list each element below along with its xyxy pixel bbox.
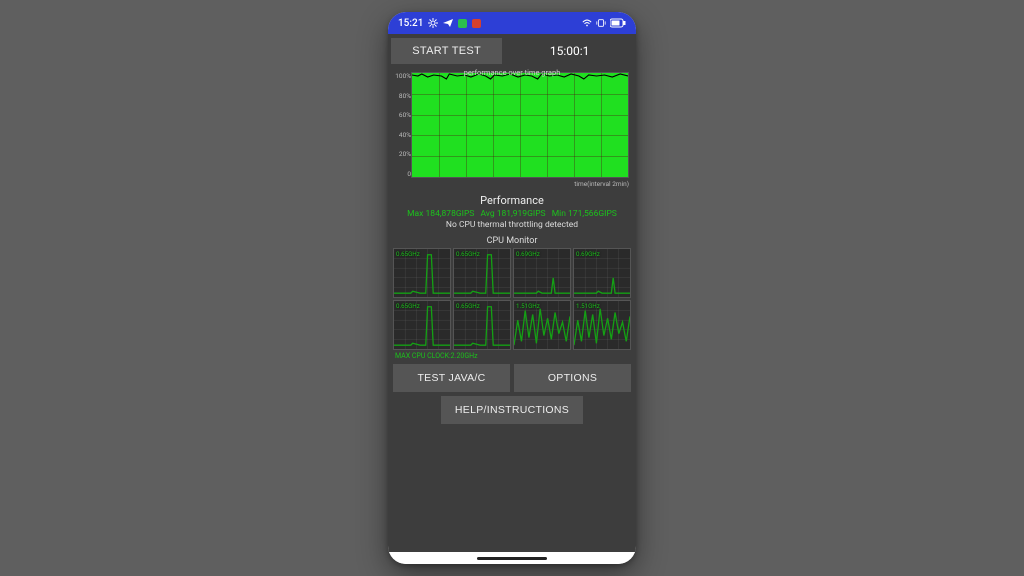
cpu-core-freq: 0.65GHz	[396, 302, 420, 310]
nav-handle-icon	[477, 557, 547, 560]
cpu-monitor-grid: 0.65GHz 0.65GHz 0.69GHz 0.69GHz 0.65GHz 0.65G…	[391, 248, 633, 350]
cpu-core-cell: 0.65GHz	[393, 248, 451, 298]
start-test-button[interactable]: START TEST	[391, 38, 502, 64]
graph-plot-area	[411, 72, 629, 178]
graph-title: performance over time graph	[464, 68, 561, 77]
options-button[interactable]: OPTIONS	[514, 364, 631, 392]
max-cpu-clock: MAX CPU CLOCK:2.20GHz	[391, 350, 633, 364]
cpu-core-cell: 1.51GHz	[513, 300, 571, 350]
test-javac-button[interactable]: TEST JAVA/C	[393, 364, 510, 392]
cpu-core-cell: 1.51GHz	[573, 300, 631, 350]
gear-icon	[428, 18, 438, 28]
cpu-core-freq: 0.69GHz	[516, 250, 540, 258]
status-time: 15:21	[398, 18, 423, 29]
app-icon-red	[472, 19, 481, 28]
topbar: START TEST 15:00:1	[391, 38, 633, 64]
battery-icon	[610, 18, 626, 28]
performance-graph: performance over time graph 100% 80% 60%…	[393, 68, 631, 188]
wifi-icon	[582, 18, 592, 28]
cpu-core-freq: 1.51GHz	[576, 302, 600, 310]
cpu-core-freq: 0.69GHz	[576, 250, 600, 258]
graph-x-label: time(interval 2min)	[574, 180, 629, 188]
phone-frame: 15:21 START TEST 15:00:1 performance ove…	[388, 12, 636, 564]
cpu-core-cell: 0.65GHz	[453, 248, 511, 298]
android-navbar[interactable]	[388, 552, 636, 564]
performance-summary: Performance Max 184,878GIPS Avg 181,919G…	[391, 194, 633, 230]
app-body: START TEST 15:00:1 performance over time…	[388, 34, 636, 552]
throttling-note: No CPU thermal throttling detected	[391, 220, 633, 230]
cpu-core-freq: 1.51GHz	[516, 302, 540, 310]
cpu-core-cell: 0.69GHz	[513, 248, 571, 298]
timer-readout: 15:00:1	[506, 44, 633, 58]
performance-stats: Max 184,878GIPS Avg 181,919GIPS Min 171,…	[391, 209, 633, 219]
cpu-monitor-heading: CPU Monitor	[391, 236, 633, 246]
button-row: TEST JAVA/C OPTIONS	[391, 364, 633, 392]
cpu-core-cell: 0.69GHz	[573, 248, 631, 298]
performance-heading: Performance	[391, 194, 633, 207]
cpu-core-freq: 0.65GHz	[456, 250, 480, 258]
help-instructions-button[interactable]: HELP/INSTRUCTIONS	[441, 396, 583, 424]
app-icon-green	[458, 19, 467, 28]
cpu-core-cell: 0.65GHz	[393, 300, 451, 350]
cpu-core-freq: 0.65GHz	[396, 250, 420, 258]
vibrate-icon	[596, 18, 606, 28]
telegram-icon	[443, 18, 453, 28]
android-statusbar: 15:21	[388, 12, 636, 34]
cpu-core-cell: 0.65GHz	[453, 300, 511, 350]
cpu-core-freq: 0.65GHz	[456, 302, 480, 310]
graph-y-axis: 100% 80% 60% 40% 20% 0	[393, 72, 411, 178]
